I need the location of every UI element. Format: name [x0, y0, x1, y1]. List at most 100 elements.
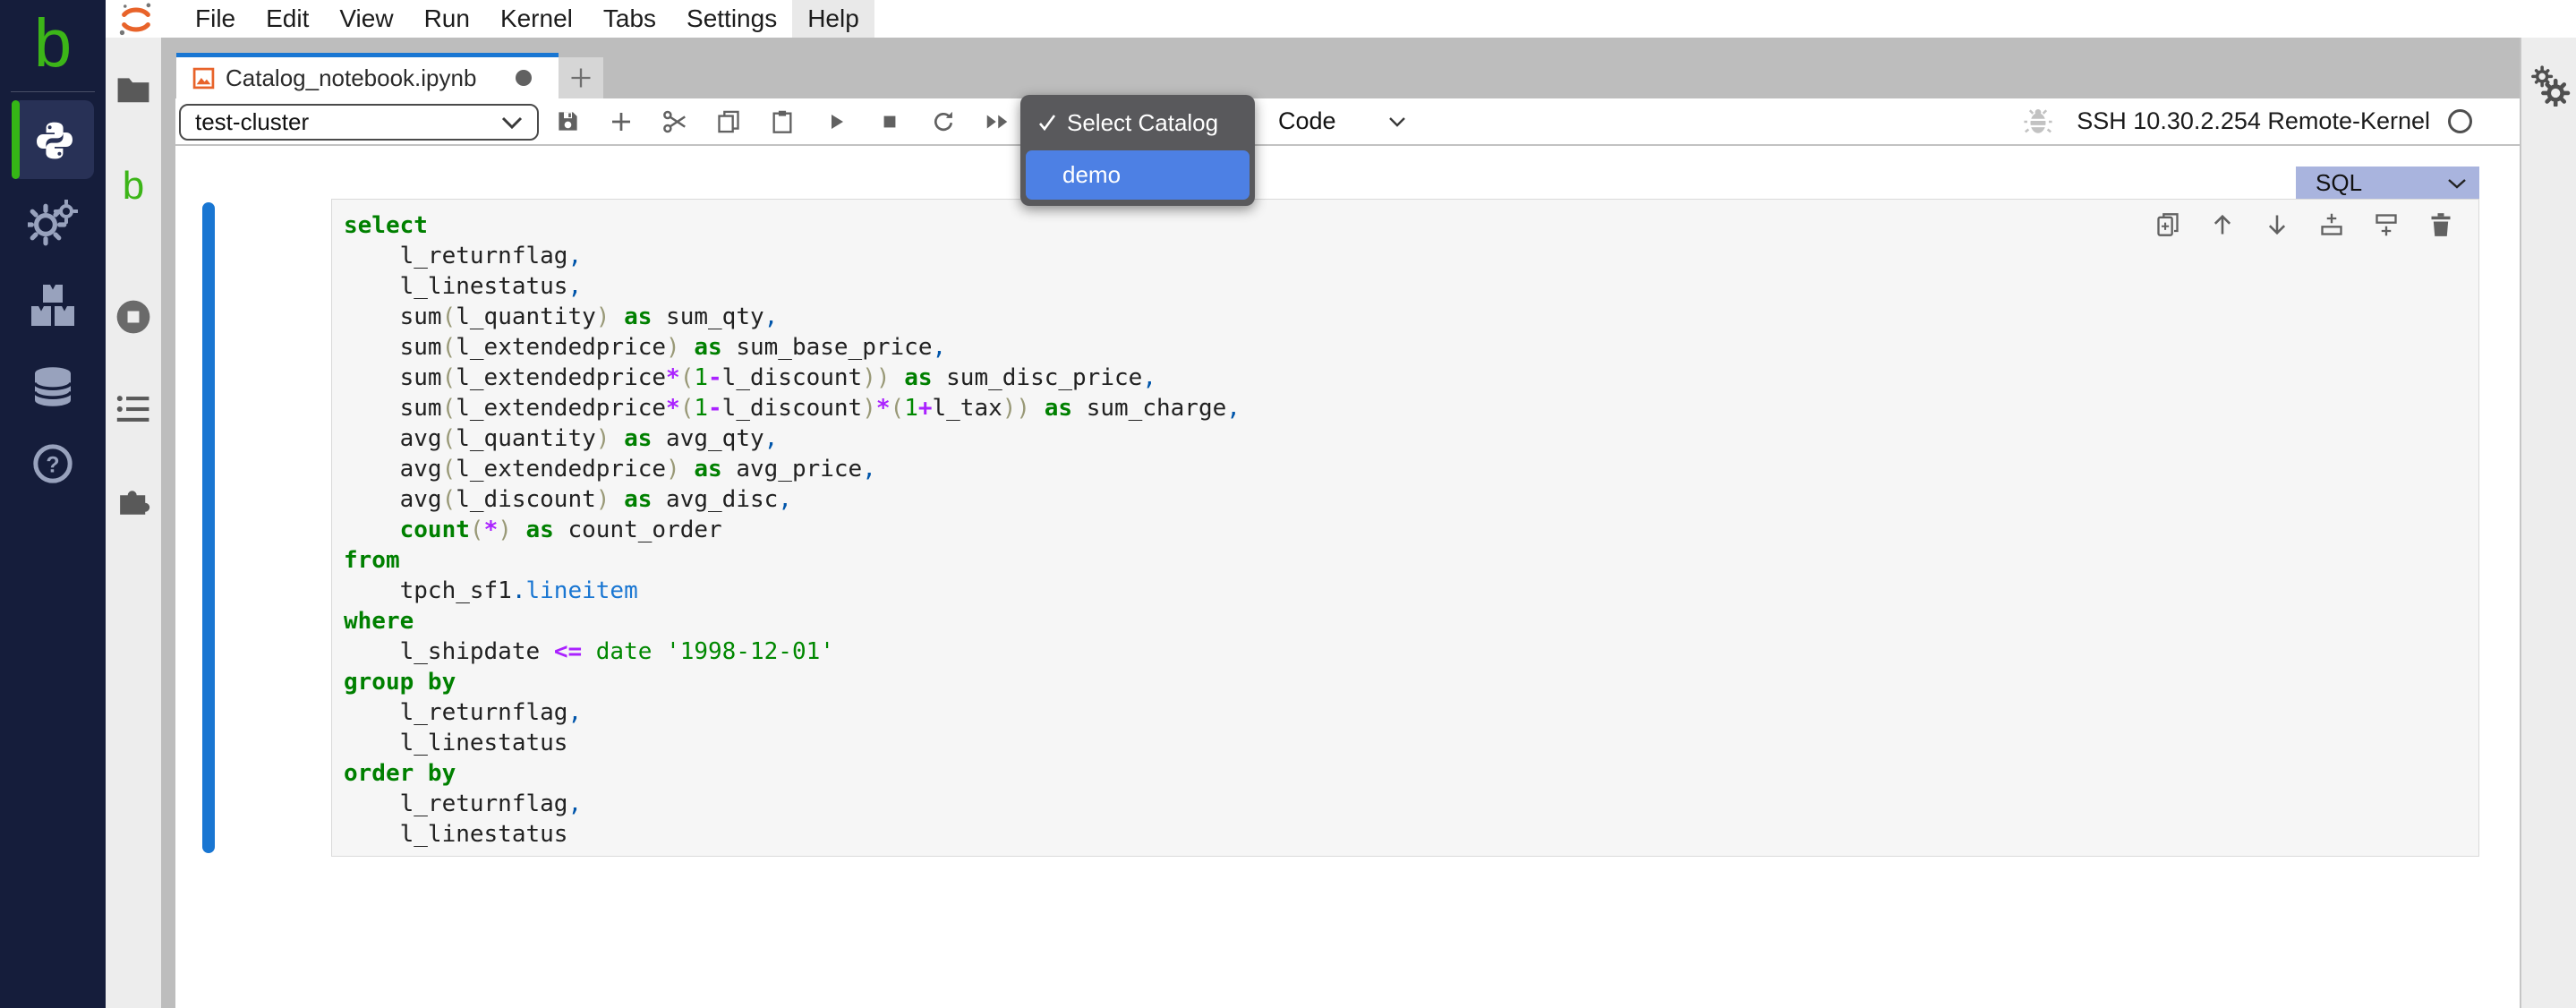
help-icon: ?: [32, 443, 73, 484]
move-down-icon[interactable]: [2265, 212, 2290, 237]
code-line: sum(l_extendedprice) as sum_base_price,: [344, 332, 1241, 363]
code-line: count(*) as count_order: [344, 515, 1241, 545]
code-line: sum(l_quantity) as sum_qty,: [344, 302, 1241, 332]
sidebar-item-property-inspector[interactable]: [2521, 61, 2576, 111]
code-line: avg(l_discount) as avg_disc,: [344, 484, 1241, 515]
cell-type-select[interactable]: Code: [1278, 98, 1406, 144]
copy-icon[interactable]: [715, 108, 742, 135]
menu-run[interactable]: Run: [409, 0, 485, 38]
code-line: from: [344, 545, 1241, 576]
new-tab-button[interactable]: [559, 57, 603, 98]
unsaved-dot-icon[interactable]: [516, 70, 532, 86]
jupyter-orange-logo: [118, 3, 154, 37]
tab-bar: Catalog_notebook.ipynb: [175, 38, 2520, 98]
rail-item-packages[interactable]: [0, 277, 106, 334]
sidebar-item-table-of-contents[interactable]: [106, 384, 161, 434]
menu-settings[interactable]: Settings: [671, 0, 792, 38]
cell-language-select[interactable]: SQL: [2296, 167, 2479, 200]
code-editor[interactable]: select l_returnflag, l_linestatus, sum(l…: [344, 210, 1241, 850]
menu-tabs[interactable]: Tabs: [588, 0, 671, 38]
cell-toolbar: [2155, 212, 2453, 237]
menu-edit[interactable]: Edit: [251, 0, 324, 38]
kernel-idle-circle[interactable]: [2448, 109, 2472, 133]
catalog-dropdown-header[interactable]: Select Catalog: [1020, 95, 1255, 150]
running-kernels-icon: [115, 298, 152, 336]
run-icon[interactable]: [823, 108, 849, 135]
sidebar-item-extensions[interactable]: [106, 475, 161, 525]
rail-item-python-notebook[interactable]: [12, 100, 94, 179]
menu-items: File Edit View Run Kernel Tabs Settings …: [180, 0, 874, 38]
bug-icon[interactable]: [2023, 107, 2053, 136]
active-indicator: [12, 100, 20, 179]
code-line: sum(l_extendedprice*(1-l_discount)*(1+l_…: [344, 393, 1241, 423]
code-line: l_linestatus: [344, 728, 1241, 758]
insert-above-icon[interactable]: [2319, 212, 2344, 237]
notebook-icon: [192, 67, 215, 90]
sidebar-border-band: [161, 38, 175, 1008]
check-icon: [1036, 112, 1058, 133]
property-gears-icon: [2529, 65, 2571, 107]
cluster-select[interactable]: test-cluster: [179, 104, 539, 141]
kernel-name: SSH 10.30.2.254 Remote-Kernel: [2077, 107, 2430, 135]
move-up-icon[interactable]: [2210, 212, 2235, 237]
insert-below-icon[interactable]: [2374, 212, 2399, 237]
sidebar-item-b-extension[interactable]: b: [106, 161, 161, 211]
catalog-dropdown: Select Catalog demo: [1020, 95, 1255, 206]
catalog-dropdown-title: Select Catalog: [1067, 109, 1218, 137]
puzzle-icon: [115, 483, 151, 517]
code-line: l_linestatus,: [344, 271, 1241, 302]
catalog-option-demo[interactable]: demo: [1026, 150, 1250, 200]
database-icon: [31, 366, 74, 407]
jupyter-sidebar: b: [106, 38, 161, 1008]
toc-list-icon: [116, 394, 150, 424]
delete-cell-icon[interactable]: [2428, 212, 2453, 237]
sidebar-item-running-kernels[interactable]: [106, 292, 161, 342]
code-line: avg(l_extendedprice) as avg_price,: [344, 454, 1241, 484]
gears-icon: [28, 200, 78, 246]
code-line: sum(l_extendedprice*(1-l_discount)) as s…: [344, 363, 1241, 393]
toolbar-icons: [554, 98, 1011, 144]
menu-file[interactable]: File: [180, 0, 251, 38]
rail-item-database[interactable]: [0, 358, 106, 415]
menu-help[interactable]: Help: [792, 0, 874, 38]
code-line: where: [344, 606, 1241, 636]
menubar: File Edit View Run Kernel Tabs Settings …: [106, 0, 2576, 38]
cluster-select-value: test-cluster: [195, 108, 309, 136]
cell-type-value: Code: [1278, 107, 1336, 135]
code-line: l_returnflag,: [344, 241, 1241, 271]
rail-divider: [11, 91, 95, 92]
rail-item-help[interactable]: ?: [0, 435, 106, 492]
b-extension-icon: b: [123, 164, 144, 209]
run-all-icon[interactable]: [984, 108, 1011, 135]
sidebar-item-file-browser[interactable]: [106, 64, 161, 115]
chevron-down-icon: [2447, 178, 2467, 189]
code-line: select: [344, 210, 1241, 241]
chevron-down-icon: [1388, 116, 1406, 127]
code-cell[interactable]: select l_returnflag, l_linestatus, sum(l…: [331, 199, 2479, 857]
right-sidebar: [2520, 38, 2576, 1008]
svg-text:?: ?: [46, 453, 59, 478]
catalog-option-label: demo: [1062, 161, 1121, 189]
code-line: tpch_sf1.lineitem: [344, 576, 1241, 606]
code-line: group by: [344, 667, 1241, 697]
paste-icon[interactable]: [769, 108, 796, 135]
restart-kernel-icon[interactable]: [930, 108, 957, 135]
app-rail: b: [0, 0, 106, 1008]
cell-collapser[interactable]: [202, 202, 215, 853]
code-line: avg(l_quantity) as avg_qty,: [344, 423, 1241, 454]
rail-item-settings[interactable]: [0, 194, 106, 252]
code-line: l_shipdate <= date '1998-12-01': [344, 636, 1241, 667]
menu-kernel[interactable]: Kernel: [485, 0, 588, 38]
stop-icon[interactable]: [876, 108, 903, 135]
packages-icon: [30, 283, 76, 328]
code-line: l_linestatus: [344, 819, 1241, 850]
code-line: order by: [344, 758, 1241, 789]
cut-icon[interactable]: [661, 108, 688, 135]
menu-view[interactable]: View: [324, 0, 408, 38]
duplicate-cell-icon[interactable]: [2155, 212, 2180, 237]
code-line: l_returnflag,: [344, 789, 1241, 819]
tab-catalog-notebook[interactable]: Catalog_notebook.ipynb: [176, 53, 559, 98]
cell-language-value: SQL: [2316, 169, 2362, 197]
add-cell-icon[interactable]: [608, 108, 635, 135]
save-icon[interactable]: [554, 108, 581, 135]
